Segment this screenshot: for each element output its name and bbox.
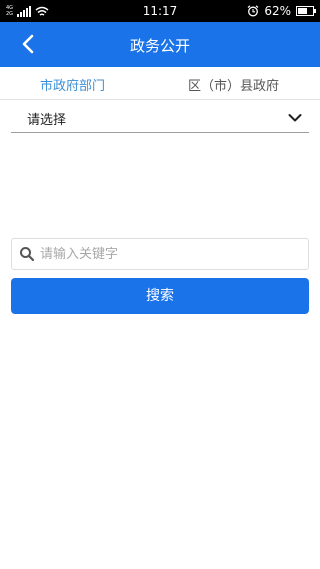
alarm-icon [247, 5, 259, 17]
status-bar: 4G 2G 11:17 62% [0, 0, 320, 22]
status-right: 62% [247, 3, 316, 19]
tab-city-departments[interactable]: 市政府部门 [40, 75, 105, 94]
battery-fill [298, 8, 307, 14]
battery-icon [296, 6, 316, 16]
search-button[interactable]: 搜索 [11, 278, 309, 314]
tab-district-governments[interactable]: 区（市）县政府 [188, 75, 279, 94]
tab-bar: 市政府部门 区（市）县政府 [0, 67, 320, 100]
search-icon [20, 247, 35, 262]
department-select[interactable]: 请选择 [11, 104, 309, 133]
header-bar: 政务公开 [0, 22, 320, 67]
search-box [11, 238, 309, 270]
chevron-down-icon [288, 114, 302, 122]
battery-percent: 62% [264, 4, 291, 18]
select-value: 请选择 [27, 113, 67, 128]
search-input[interactable] [40, 239, 302, 269]
page-title: 政务公开 [129, 37, 190, 55]
